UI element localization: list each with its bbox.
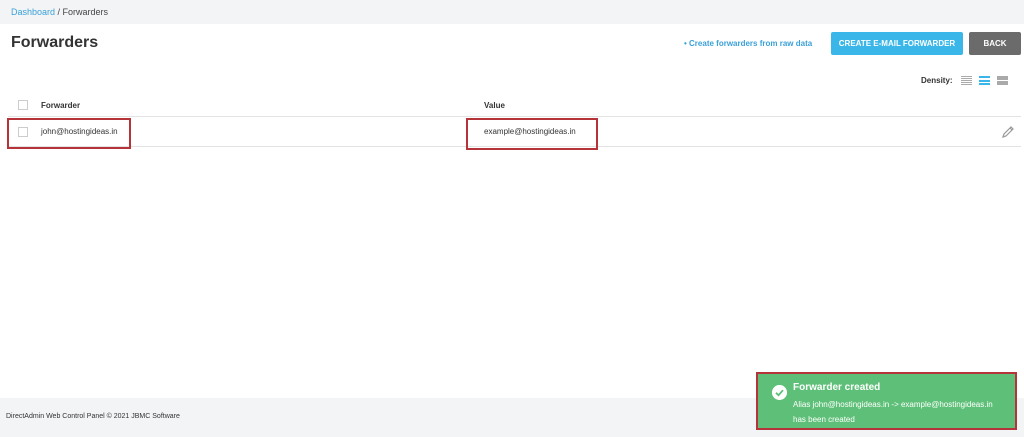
table-header: Forwarder Value xyxy=(8,94,1021,117)
raw-data-link[interactable]: • Create forwarders from raw data xyxy=(684,39,812,48)
highlight-box-forwarder xyxy=(7,118,131,149)
density-selector: Density: xyxy=(921,76,1015,85)
density-compact-icon[interactable] xyxy=(960,76,972,85)
breadcrumb-separator: / xyxy=(55,7,63,17)
density-label: Density: xyxy=(921,76,953,85)
density-comfortable-icon[interactable] xyxy=(996,76,1008,85)
toast-message: Alias john@hostingideas.in -> example@ho… xyxy=(793,400,993,424)
breadcrumb-dashboard-link[interactable]: Dashboard xyxy=(11,7,55,17)
column-header-forwarder[interactable]: Forwarder xyxy=(41,101,80,110)
select-all-checkbox[interactable] xyxy=(18,100,28,110)
create-forwarder-button[interactable]: CREATE E-MAIL FORWARDER xyxy=(831,32,963,55)
highlight-box-value xyxy=(466,118,598,150)
density-normal-icon[interactable] xyxy=(978,76,990,85)
breadcrumb: Dashboard / Forwarders xyxy=(11,7,108,17)
breadcrumb-current: Forwarders xyxy=(62,7,109,17)
pencil-icon[interactable] xyxy=(1001,125,1015,139)
success-toast[interactable]: Forwarder created Alias john@hostingidea… xyxy=(756,372,1017,430)
back-button[interactable]: BACK xyxy=(969,32,1021,55)
column-header-value[interactable]: Value xyxy=(484,101,505,110)
toast-title: Forwarder created xyxy=(793,382,881,393)
main-panel: Forwarders • Create forwarders from raw … xyxy=(0,24,1024,398)
check-circle-icon xyxy=(772,385,787,400)
footer-text: DirectAdmin Web Control Panel © 2021 JBM… xyxy=(6,413,180,420)
page-title: Forwarders xyxy=(11,34,99,51)
